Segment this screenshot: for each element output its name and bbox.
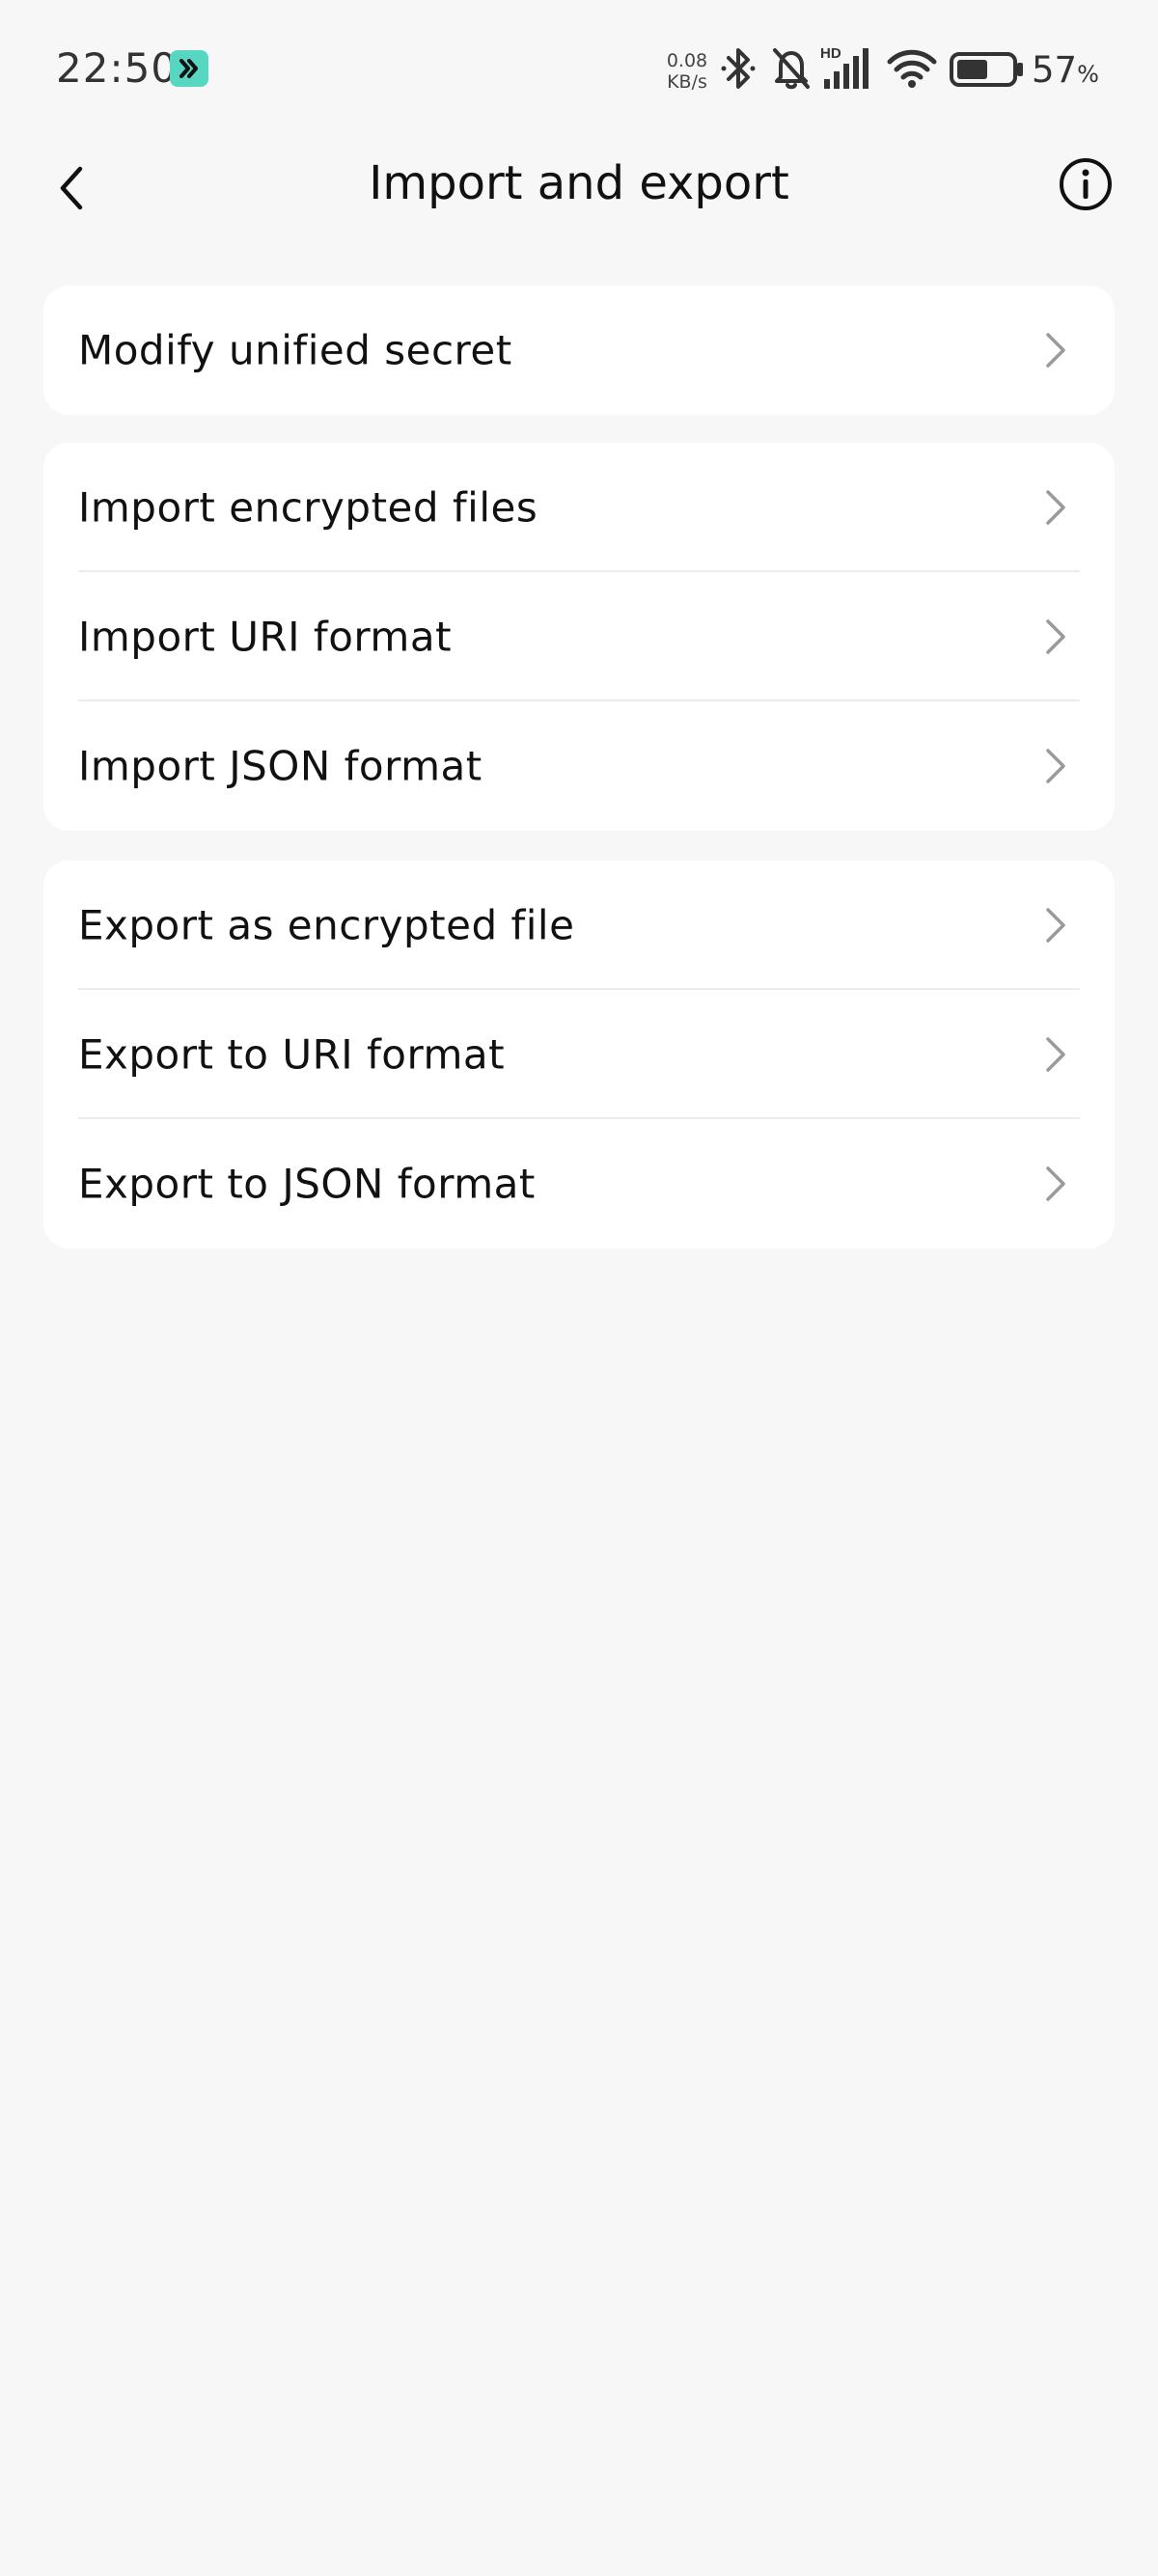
network-speed-value: 0.08 bbox=[666, 50, 708, 71]
import-encrypted-files-item[interactable]: Import encrypted files bbox=[43, 443, 1115, 572]
battery-percentage-value: 57 bbox=[1032, 49, 1078, 91]
settings-group-import: Import encrypted files Import URI format… bbox=[43, 443, 1115, 831]
import-uri-format-item[interactable]: Import URI format bbox=[43, 572, 1115, 701]
chevron-right-icon bbox=[1046, 1166, 1065, 1201]
chevron-right-icon bbox=[1046, 1037, 1065, 1072]
settings-group-export: Export as encrypted file Export to URI f… bbox=[43, 861, 1115, 1248]
chevron-right-icon bbox=[1046, 749, 1065, 783]
chevron-right-icon bbox=[1046, 333, 1065, 368]
status-bar: 22:50 0.08 KB/s HD 57% bbox=[0, 0, 1158, 145]
chevron-right-icon bbox=[1046, 490, 1065, 525]
export-json-format-item[interactable]: Export to JSON format bbox=[43, 1119, 1115, 1248]
export-uri-format-item[interactable]: Export to URI format bbox=[43, 990, 1115, 1119]
battery-icon bbox=[950, 50, 1025, 93]
network-speed: 0.08 KB/s bbox=[660, 50, 714, 93]
list-item-label: Export to URI format bbox=[78, 1030, 506, 1079]
list-item-label: Modify unified secret bbox=[78, 326, 512, 374]
battery-percentage: 57% bbox=[1032, 49, 1099, 91]
list-item-label: Import encrypted files bbox=[78, 483, 538, 532]
bluetooth-icon bbox=[719, 44, 758, 96]
battery-percentage-sign: % bbox=[1077, 61, 1099, 88]
export-encrypted-file-item[interactable]: Export as encrypted file bbox=[43, 861, 1115, 990]
signal-hd-icon: HD bbox=[820, 44, 874, 96]
list-item-label: Import URI format bbox=[78, 613, 453, 661]
chevron-right-icon bbox=[1046, 619, 1065, 654]
modify-unified-secret-item[interactable]: Modify unified secret bbox=[43, 286, 1115, 415]
network-speed-unit: KB/s bbox=[667, 71, 707, 93]
header: Import and export bbox=[0, 145, 1158, 262]
chevron-left-icon bbox=[60, 166, 83, 210]
info-button[interactable] bbox=[1058, 156, 1114, 212]
info-circle-icon bbox=[1060, 158, 1112, 210]
back-button[interactable] bbox=[42, 154, 100, 222]
wifi-icon bbox=[886, 44, 938, 96]
import-json-format-item[interactable]: Import JSON format bbox=[43, 701, 1115, 831]
list-item-label: Import JSON format bbox=[78, 742, 482, 790]
app-badge-icon bbox=[170, 50, 208, 87]
svg-text:HD: HD bbox=[820, 45, 841, 62]
list-item-label: Export to JSON format bbox=[78, 1160, 536, 1208]
status-time: 22:50 bbox=[56, 44, 179, 92]
page-title: Import and export bbox=[369, 156, 789, 210]
settings-group-secret: Modify unified secret bbox=[43, 286, 1115, 415]
list-item-label: Export as encrypted file bbox=[78, 901, 575, 949]
bell-off-icon bbox=[769, 44, 813, 96]
chevron-right-icon bbox=[1046, 908, 1065, 943]
